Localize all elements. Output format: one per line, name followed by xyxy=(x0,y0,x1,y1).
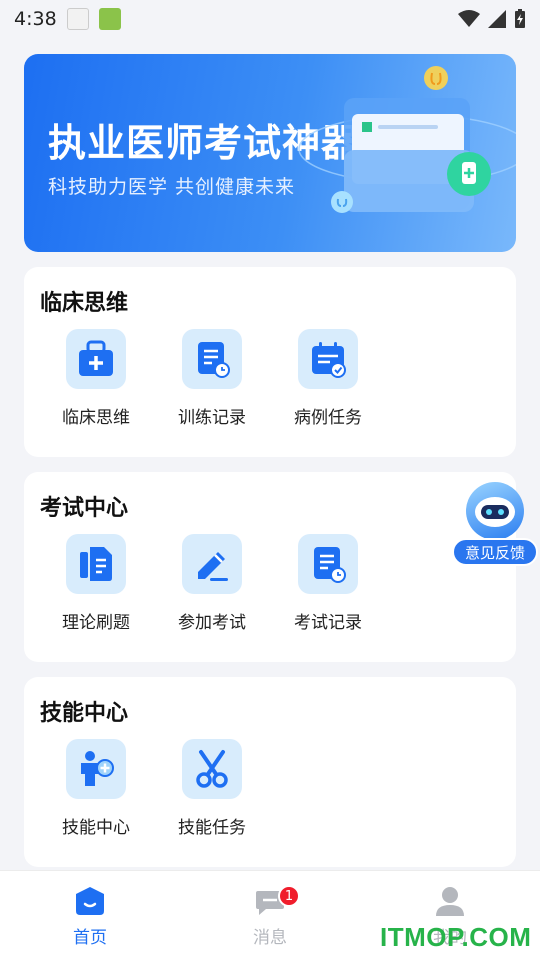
pencil-icon xyxy=(198,552,228,581)
section-title: 临床思维 xyxy=(40,291,129,316)
notification-app-icon xyxy=(66,8,89,30)
tile-label: 临床思维 xyxy=(62,408,130,428)
tile-skill-tasks[interactable]: 技能任务 xyxy=(162,739,262,838)
calendar-check-icon xyxy=(312,342,346,378)
tile-label: 考试记录 xyxy=(294,613,362,633)
status-icons xyxy=(458,9,526,29)
unread-badge: 1 xyxy=(278,885,300,907)
section-skill-center: 技能中心 技能中心 技能任务 xyxy=(24,677,516,867)
section-clinical-thinking: 临床思维 临床思维 训练记录 病例任务 xyxy=(24,267,516,457)
feedback-label: 意见反馈 xyxy=(452,538,538,566)
tab-messages[interactable]: 1 消息 xyxy=(210,885,330,948)
section-exam-center: 考试中心 理论刷题 参加考试 考试记录 xyxy=(24,472,516,662)
tab-label: 首页 xyxy=(73,928,107,948)
tab-home[interactable]: 首页 xyxy=(30,885,150,948)
status-bar: 4:38 xyxy=(0,0,540,38)
home-icon xyxy=(76,887,104,915)
tile-take-exam[interactable]: 参加考试 xyxy=(162,534,262,633)
tile-theory-practice[interactable]: 理论刷题 xyxy=(46,534,146,633)
section-title: 考试中心 xyxy=(40,496,129,521)
tile-label: 理论刷题 xyxy=(62,613,130,633)
doctor-plus-icon xyxy=(81,751,114,786)
medical-kit-icon xyxy=(79,340,113,376)
battery-icon xyxy=(515,9,525,28)
book-icon xyxy=(80,547,112,581)
tile-training-records[interactable]: 训练记录 xyxy=(162,329,262,428)
tile-case-tasks[interactable]: 病例任务 xyxy=(278,329,378,428)
wifi-icon xyxy=(458,10,480,27)
promo-banner[interactable]: 执业医师考试神器 科技助力医学 共创健康未来 xyxy=(24,54,516,252)
document-clock-icon xyxy=(198,342,230,378)
tile-exam-records[interactable]: 考试记录 xyxy=(278,534,378,633)
scissors-icon xyxy=(196,750,228,788)
tile-clinical-thinking[interactable]: 临床思维 xyxy=(46,329,146,428)
tile-label: 病例任务 xyxy=(294,408,362,428)
tile-label: 参加考试 xyxy=(178,613,246,633)
status-time: 4:38 xyxy=(14,8,57,30)
robot-avatar-icon xyxy=(466,482,524,540)
signal-icon xyxy=(488,10,506,28)
tile-label: 技能任务 xyxy=(178,818,246,838)
tab-label: 消息 xyxy=(253,928,287,948)
tile-skill-center[interactable]: 技能中心 xyxy=(46,739,146,838)
user-icon xyxy=(436,887,464,916)
tile-label: 训练记录 xyxy=(178,408,246,428)
feedback-button[interactable]: 意见反馈 xyxy=(452,480,538,570)
notification-app-icon xyxy=(98,8,121,30)
banner-subtitle: 科技助力医学 共创健康未来 xyxy=(48,176,296,198)
document-clock-icon xyxy=(314,547,346,583)
section-title: 技能中心 xyxy=(40,701,129,726)
tile-label: 技能中心 xyxy=(62,818,130,838)
watermark-logo: ITMOP.COM xyxy=(380,922,532,952)
folder-illustration-icon xyxy=(298,66,516,213)
